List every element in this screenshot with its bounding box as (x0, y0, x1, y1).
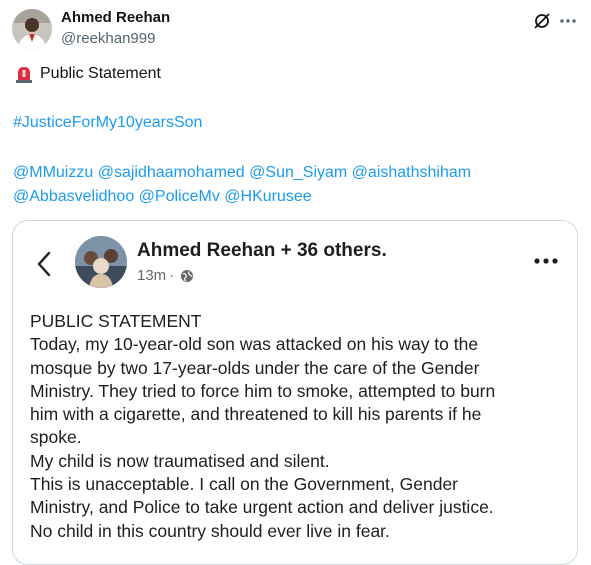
mention-link[interactable]: @Abbasvelidhoo (13, 188, 134, 205)
police-siren-emoji-icon (16, 67, 32, 83)
mention-link[interactable]: @aishathshiham (352, 164, 471, 181)
author-name[interactable]: Ahmed Reehan (61, 9, 170, 26)
statement-line: spoke. (30, 427, 82, 448)
author-avatar[interactable] (12, 9, 52, 49)
statement-text: PUBLIC STATEMENT Today, my 10-year-old s… (30, 310, 570, 543)
tweet-text-line1: Public Statement (14, 64, 161, 84)
globe-icon (181, 269, 194, 282)
grok-icon[interactable] (533, 12, 551, 30)
public-statement-label: Public Statement (40, 65, 161, 82)
mention-link[interactable]: @PoliceMv (139, 188, 220, 205)
statement-line: No child in this country should ever liv… (30, 520, 390, 541)
more-horizontal-icon[interactable] (558, 12, 578, 30)
post-author: Ahmed Reehan + 36 others. (137, 240, 387, 261)
hashtag-link[interactable]: #JusticeForMy10yearsSon (13, 114, 202, 132)
mentions: @MMuizzu @sajidhaamohamed @Sun_Siyam @ai… (13, 161, 578, 209)
statement-line: him with a cigarette, and threatened to … (30, 404, 482, 425)
statement-line: Ministry. They tried to force him to smo… (30, 380, 496, 401)
mention-link[interactable]: @MMuizzu (13, 164, 93, 181)
statement-line: My child is now traumatised and silent. (30, 450, 330, 471)
post-time: 13m (137, 267, 167, 284)
more-horizontal-icon (534, 258, 558, 264)
chevron-left-icon (37, 251, 51, 277)
meta-separator: · (169, 267, 175, 284)
statement-line: mosque by two 17-year-olds under the car… (30, 357, 480, 378)
attached-image-card[interactable]: Ahmed Reehan + 36 others. 13m · PUBLIC S… (12, 220, 578, 565)
mention-link[interactable]: @sajidhaamohamed (98, 164, 245, 181)
group-avatar (75, 236, 127, 288)
statement-line: PUBLIC STATEMENT (30, 311, 202, 331)
mention-link[interactable]: @HKurusee (224, 188, 311, 205)
post-meta: 13m · (137, 267, 194, 284)
author-handle[interactable]: @reekhan999 (61, 30, 155, 47)
statement-line: This is unacceptable. I call on the Gove… (30, 474, 459, 495)
mention-link[interactable]: @Sun_Siyam (249, 164, 347, 181)
statement-line: Ministry, and Police to take urgent acti… (30, 497, 494, 518)
tweet: Ahmed Reehan @reekhan999 Public Statemen… (0, 0, 591, 565)
statement-line: Today, my 10-year-old son was attacked o… (30, 334, 479, 355)
